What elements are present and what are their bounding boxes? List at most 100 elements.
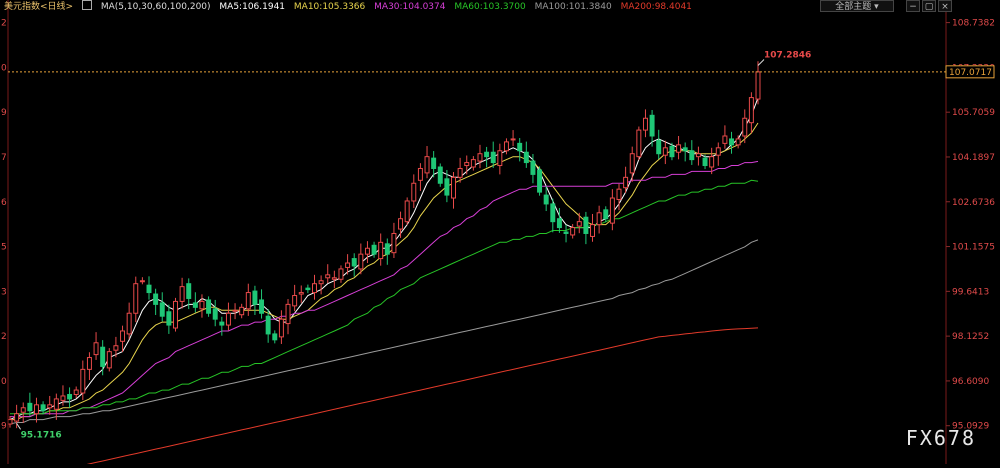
- candle: [199, 294, 205, 318]
- candle: [338, 265, 344, 283]
- topic-select[interactable]: 全部主题 ▾: [820, 0, 894, 12]
- candle-body: [325, 274, 331, 279]
- candle-body: [179, 286, 185, 302]
- candle-layer: [7, 61, 761, 429]
- candle: [93, 332, 99, 360]
- candle: [384, 238, 390, 265]
- candle: [285, 299, 291, 335]
- candle-body: [159, 302, 165, 317]
- candle: [40, 401, 46, 415]
- candle: [219, 316, 225, 336]
- candle-body: [206, 299, 212, 314]
- candle: [272, 330, 278, 344]
- candle: [457, 157, 463, 183]
- candle: [292, 284, 298, 312]
- candle-body: [27, 402, 33, 412]
- candle: [7, 416, 13, 428]
- candle: [232, 303, 238, 320]
- candle-body: [444, 178, 450, 196]
- right-tick-label: 105.7059: [952, 108, 995, 118]
- candle-body: [424, 156, 430, 174]
- close-icon[interactable]: ×: [938, 0, 952, 12]
- candle: [139, 277, 145, 285]
- ma-line-ma30: [10, 160, 759, 418]
- left-tick-label: 2: [1, 19, 7, 29]
- candle: [676, 135, 682, 160]
- ma-params-label: MA(5,10,30,60,100,200): [100, 2, 211, 12]
- candle: [259, 289, 265, 319]
- candle-body: [649, 114, 655, 137]
- candle: [596, 205, 602, 234]
- candle-body: [735, 138, 741, 146]
- candle-body: [245, 292, 251, 310]
- right-tick-label: 98.1252: [952, 332, 989, 342]
- candle-body: [312, 283, 317, 294]
- candle-body: [292, 295, 298, 307]
- candle: [278, 310, 284, 344]
- low-value-label: 95.1716: [21, 430, 62, 440]
- candle-body: [437, 166, 443, 184]
- candle: [391, 222, 397, 258]
- right-tick-label: 102.6736: [952, 198, 995, 208]
- candle: [570, 224, 576, 239]
- candle-body: [748, 97, 754, 124]
- high-value-label: 107.2846: [764, 51, 811, 61]
- candle: [510, 130, 516, 147]
- candle-body: [166, 311, 172, 326]
- candle-body: [358, 253, 364, 270]
- ma-layer: [9, 97, 759, 468]
- candle-body: [676, 144, 682, 153]
- candle: [709, 147, 715, 175]
- candle-body: [503, 141, 509, 152]
- left-tick-label: 7: [1, 153, 7, 163]
- candle-body: [345, 262, 351, 268]
- candle: [437, 163, 443, 187]
- candle: [133, 276, 139, 323]
- candle-body: [742, 117, 748, 137]
- candle: [583, 211, 589, 245]
- candle-body: [497, 150, 503, 167]
- candle-body: [543, 194, 549, 205]
- candle-body: [576, 221, 582, 227]
- symbol-title[interactable]: 美元指数<日线>: [4, 2, 73, 12]
- candle-body: [682, 147, 688, 152]
- right-tick-label: 104.1897: [952, 153, 995, 163]
- right-tick-label: 101.1575: [952, 243, 995, 253]
- candle: [477, 144, 483, 169]
- left-tick-label: 9: [1, 108, 7, 118]
- settings-icon[interactable]: [81, 0, 92, 10]
- candle: [364, 241, 370, 264]
- candle: [729, 131, 735, 154]
- candle: [715, 142, 721, 166]
- candle-body: [556, 218, 562, 229]
- price-chart[interactable]: 108.73822107.22200105.70599104.18977102.…: [0, 0, 1000, 468]
- restore-icon[interactable]: ▢: [922, 0, 936, 12]
- left-tick-label: 0: [1, 63, 7, 73]
- candle: [173, 297, 178, 332]
- candle-body: [47, 404, 53, 409]
- candle-body: [616, 188, 622, 201]
- candle-body: [457, 167, 463, 178]
- left-tick-label: 6: [1, 198, 7, 208]
- candle-body: [470, 159, 476, 168]
- candle-body: [20, 407, 26, 413]
- candle-body: [225, 312, 231, 326]
- candle-body: [563, 231, 569, 234]
- ma-line-ma10: [10, 122, 759, 421]
- watermark-logo: FX678: [905, 426, 976, 450]
- candle-body: [53, 398, 59, 410]
- candle-body: [86, 357, 92, 370]
- candle-body: [636, 129, 642, 158]
- minimize-icon[interactable]: −: [906, 0, 920, 12]
- candle: [484, 146, 490, 168]
- candle-body: [33, 404, 39, 415]
- candle: [378, 233, 384, 266]
- candle-body: [252, 290, 258, 305]
- chart-root: 108.73822107.22200105.70599104.18977102.…: [0, 0, 1000, 468]
- candle-body: [755, 71, 761, 100]
- left-tick-label: 3: [1, 287, 7, 297]
- candle-body: [120, 330, 126, 342]
- candle-body: [133, 283, 139, 314]
- candle: [695, 146, 701, 166]
- candle-body: [398, 218, 404, 230]
